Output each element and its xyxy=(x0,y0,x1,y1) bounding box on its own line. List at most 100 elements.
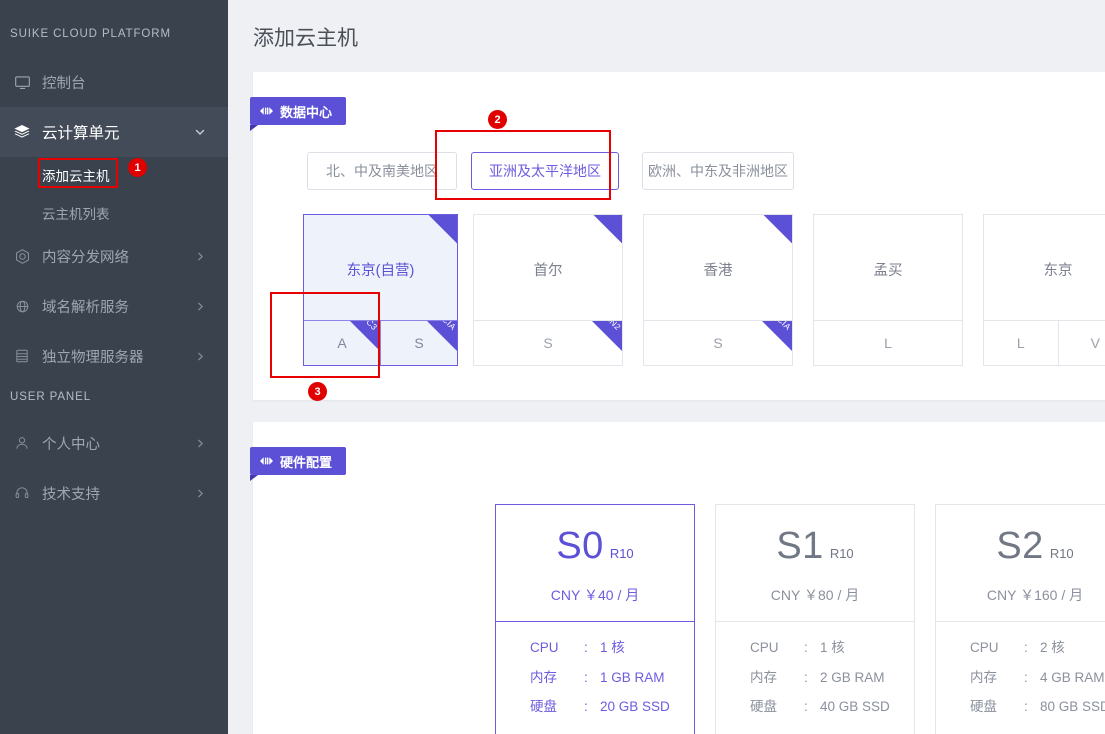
datacenter-card-tokyo-owned[interactable]: 东京(自营) 推荐 A C3 S CIA xyxy=(303,214,458,366)
page-title: 添加云主机 xyxy=(253,27,358,50)
sidebar-item-instance-list[interactable]: 云主机列表 xyxy=(0,196,228,230)
spec-key-cpu: CPU xyxy=(970,640,999,655)
spec-colon: : xyxy=(584,669,588,685)
hardware-card-s1[interactable]: S1 R10 CNY ￥80 / 月 CPU : 1 核 内存 : 2 GB RA… xyxy=(715,504,915,734)
zone-cell-s-label: S xyxy=(713,335,723,351)
hardware-card-s1-revision: R10 xyxy=(829,546,854,561)
spec-value-cpu: 1 核 xyxy=(820,640,845,655)
hardware-section-badge-label: 硬件配置 xyxy=(280,454,333,470)
region-tab-apac-label: 亚洲及太平洋地区 xyxy=(489,163,601,179)
sidebar: SUIKE CLOUD PLATFORM 控制台 云计算单元 添加云主机 云主机… xyxy=(0,0,228,734)
chevron-down-icon xyxy=(194,126,206,138)
spec-row-ram: 内存 : 2 GB RAM xyxy=(750,670,914,685)
datacenter-section-badge: 数据中心 xyxy=(250,97,347,131)
hardware-panel: 硬件配置 S0 R10 CNY ￥40 / 月 CPU : 1 核 内存: 1… xyxy=(250,422,1105,734)
hardware-card-s1-specs: CPU : 1 核 内存 : 2 GB RAM 硬盘 : 40 GB SSD xyxy=(716,623,914,734)
hardware-card-s0-header: S0 R10 CNY ￥40 / 月 xyxy=(496,505,694,622)
hardware-card-s2-header: S2 R10 CNY ￥160 / 月 xyxy=(936,505,1105,622)
zone-tag-ribbon xyxy=(592,321,622,351)
zone-tag-cia-label: CIA xyxy=(440,321,457,333)
zone-tag-cn2-label: CN2 xyxy=(603,321,622,333)
sidebar-item-compute-label: 云计算单元 xyxy=(42,125,120,142)
zone-cell-v[interactable]: V xyxy=(1057,321,1105,365)
sidebar-item-instance-list-label: 云主机列表 xyxy=(42,207,110,222)
hardware-card-s1-name: S1 R10 xyxy=(716,527,914,565)
datacenter-card-mumbai-name: 孟买 xyxy=(873,262,903,279)
spec-colon: : xyxy=(584,699,588,714)
zone-cell-l-label: L xyxy=(1016,335,1025,351)
datacenter-card-mumbai[interactable]: 孟买 L xyxy=(813,214,963,366)
sidebar-item-support[interactable]: 技术支持 xyxy=(0,468,228,518)
sidebar-item-add-instance-label: 添加云主机 xyxy=(42,169,110,184)
zone-cell-l[interactable]: L xyxy=(814,321,962,365)
sidebar-item-compute[interactable]: 云计算单元 xyxy=(0,107,228,157)
cdn-icon xyxy=(10,244,34,268)
hardware-card-s2-revision: R10 xyxy=(1049,546,1074,561)
zone-list: L xyxy=(814,320,962,365)
spec-key-ram: 内存 xyxy=(530,669,557,685)
spec-colon: : xyxy=(584,640,588,655)
datacenter-card-hongkong[interactable]: 香港 推荐 S CIA xyxy=(643,214,793,366)
signal-icon xyxy=(260,106,273,116)
hardware-card-s1-name-text: S1 xyxy=(776,525,824,567)
spec-row-ram: 内存 : 4 GB RAM xyxy=(970,670,1105,685)
zone-tag-ribbon xyxy=(427,321,457,351)
hardware-section-badge: 硬件配置 xyxy=(250,447,347,481)
spec-key-cpu: CPU xyxy=(530,640,559,655)
zone-list: S CN2 xyxy=(474,320,622,365)
sidebar-item-cdn[interactable]: 内容分发网络 xyxy=(0,231,228,281)
zone-cell-s[interactable]: S CIA xyxy=(644,321,792,365)
hardware-card-s0-specs: CPU : 1 核 内存 : 1 GB RAM 硬盘 : 20 GB SSD xyxy=(496,623,694,734)
spec-row-cpu: CPU : 1 核 xyxy=(530,641,694,655)
zone-tag-ribbon xyxy=(762,321,792,351)
spec-row-disk: 硬盘 : 40 GB SSD xyxy=(750,700,914,714)
datacenter-card-tokyo-name: 东京 xyxy=(1043,262,1073,279)
zone-cell-a[interactable]: A C3 xyxy=(304,321,380,365)
sidebar-item-profile[interactable]: 个人中心 xyxy=(0,418,228,468)
user-panel-label: USER PANEL xyxy=(10,391,92,403)
region-tab-americas[interactable]: 北、中及南美地区 xyxy=(307,152,457,190)
sidebar-item-cdn-label: 内容分发网络 xyxy=(42,249,129,266)
hardware-card-s0[interactable]: S0 R10 CNY ￥40 / 月 CPU : 1 核 内存 : 1 GB RA… xyxy=(495,504,695,734)
server-icon xyxy=(10,344,34,368)
zone-cell-s[interactable]: S CN2 xyxy=(474,321,622,365)
datacenter-card-seoul[interactable]: 首尔 推荐 S CN2 xyxy=(473,214,623,366)
hardware-card-s1-header: S1 R10 CNY ￥80 / 月 xyxy=(716,505,914,622)
zone-list: L V xyxy=(984,320,1105,365)
spec-row-ram: 内存 : 1 GB RAM xyxy=(530,669,694,685)
sidebar-item-dedicated-server-label: 独立物理服务器 xyxy=(42,349,144,366)
hardware-card-s2[interactable]: S2 R10 CNY ￥160 / 月 CPU : 2 核 内存 : 4 GB R… xyxy=(935,504,1105,734)
hardware-card-s2-name: S2 R10 xyxy=(936,527,1105,565)
zone-cell-l-label: L xyxy=(884,335,892,351)
chevron-right-icon xyxy=(195,301,206,312)
zone-tag-ribbon xyxy=(350,321,380,351)
zone-cell-v-label: V xyxy=(1090,335,1100,351)
sidebar-item-dedicated-server[interactable]: 独立物理服务器 xyxy=(0,331,228,381)
signal-icon xyxy=(260,456,273,466)
region-tab-apac[interactable]: 亚洲及太平洋地区 xyxy=(471,152,619,190)
sidebar-item-dns[interactable]: 域名解析服务 xyxy=(0,281,228,331)
sidebar-item-console[interactable]: 控制台 xyxy=(0,57,228,107)
hardware-card-s0-name: S0 R10 xyxy=(496,527,694,565)
spec-value-cpu: 2 核 xyxy=(1040,640,1065,655)
sidebar-item-add-instance[interactable]: 添加云主机 xyxy=(0,158,228,192)
spec-row-cpu: CPU : 2 核 xyxy=(970,641,1105,655)
chevron-right-icon xyxy=(195,488,206,499)
sidebar-item-support-label: 技术支持 xyxy=(42,486,100,503)
zone-cell-s[interactable]: S CIA xyxy=(380,321,457,365)
zone-cell-l[interactable]: L xyxy=(984,321,1058,365)
spec-colon: : xyxy=(804,699,808,714)
app-root: SUIKE CLOUD PLATFORM 控制台 云计算单元 添加云主机 云主机… xyxy=(0,0,1105,734)
hardware-card-s2-price: CNY ￥160 / 月 xyxy=(986,587,1084,603)
zone-cell-a-label: A xyxy=(337,335,347,351)
hardware-card-s0-revision: R10 xyxy=(609,546,634,561)
zone-tag-c3-label: C3 xyxy=(363,321,379,333)
hardware-card-s1-price: CNY ￥80 / 月 xyxy=(770,587,860,603)
chevron-right-icon xyxy=(195,351,206,362)
datacenter-card-tokyo[interactable]: 东京 L V xyxy=(983,214,1105,366)
spec-row-disk: 硬盘 : 80 GB SSD xyxy=(970,700,1105,714)
chevron-right-icon xyxy=(195,251,206,262)
datacenter-card-seoul-name: 首尔 xyxy=(533,262,563,279)
region-tab-emea[interactable]: 欧洲、中东及非洲地区 xyxy=(642,152,794,190)
spec-key-disk: 硬盘 xyxy=(970,699,997,714)
